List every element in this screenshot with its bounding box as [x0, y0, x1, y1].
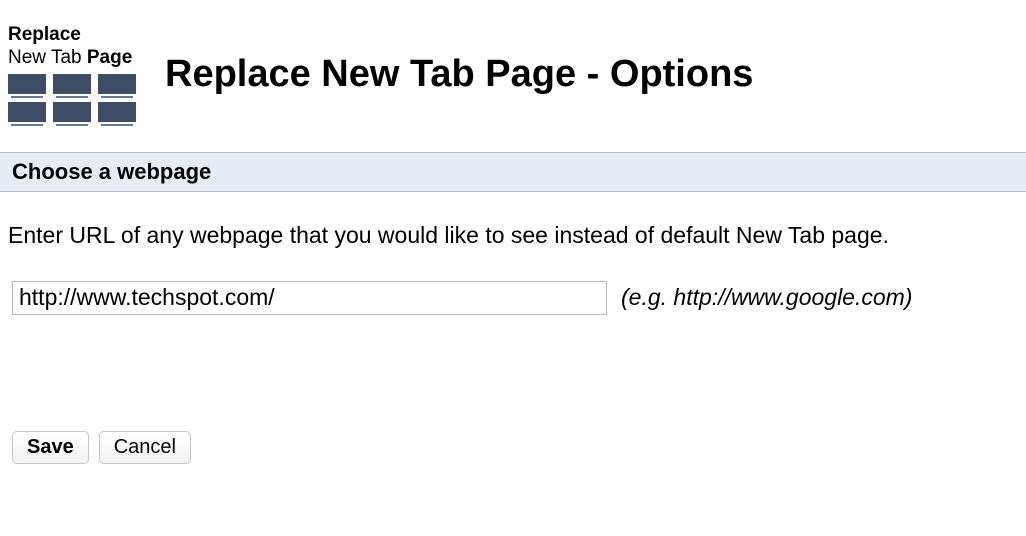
url-input-row: (e.g. http://www.google.com) [8, 281, 1018, 315]
section-heading: Choose a webpage [0, 152, 1026, 192]
instruction-text: Enter URL of any webpage that you would … [8, 222, 1018, 249]
save-button[interactable]: Save [12, 431, 89, 464]
logo-tiles-icon [8, 74, 136, 126]
url-input[interactable] [12, 281, 607, 315]
logo-text: Replace New Tab Page [8, 24, 132, 70]
extension-logo: Replace New Tab Page [8, 24, 143, 126]
logo-line2-light: New Tab [8, 47, 82, 68]
cancel-button[interactable]: Cancel [99, 431, 191, 464]
page-header: Replace New Tab Page Replace New Tab Pag… [0, 0, 1026, 146]
logo-line2-bold: Page [87, 47, 132, 68]
section-body: Enter URL of any webpage that you would … [0, 192, 1026, 327]
logo-line1: Replace [8, 24, 81, 45]
url-example-hint: (e.g. http://www.google.com) [621, 284, 912, 311]
page-title: Replace New Tab Page - Options [165, 53, 753, 96]
button-row: Save Cancel [0, 423, 1026, 472]
